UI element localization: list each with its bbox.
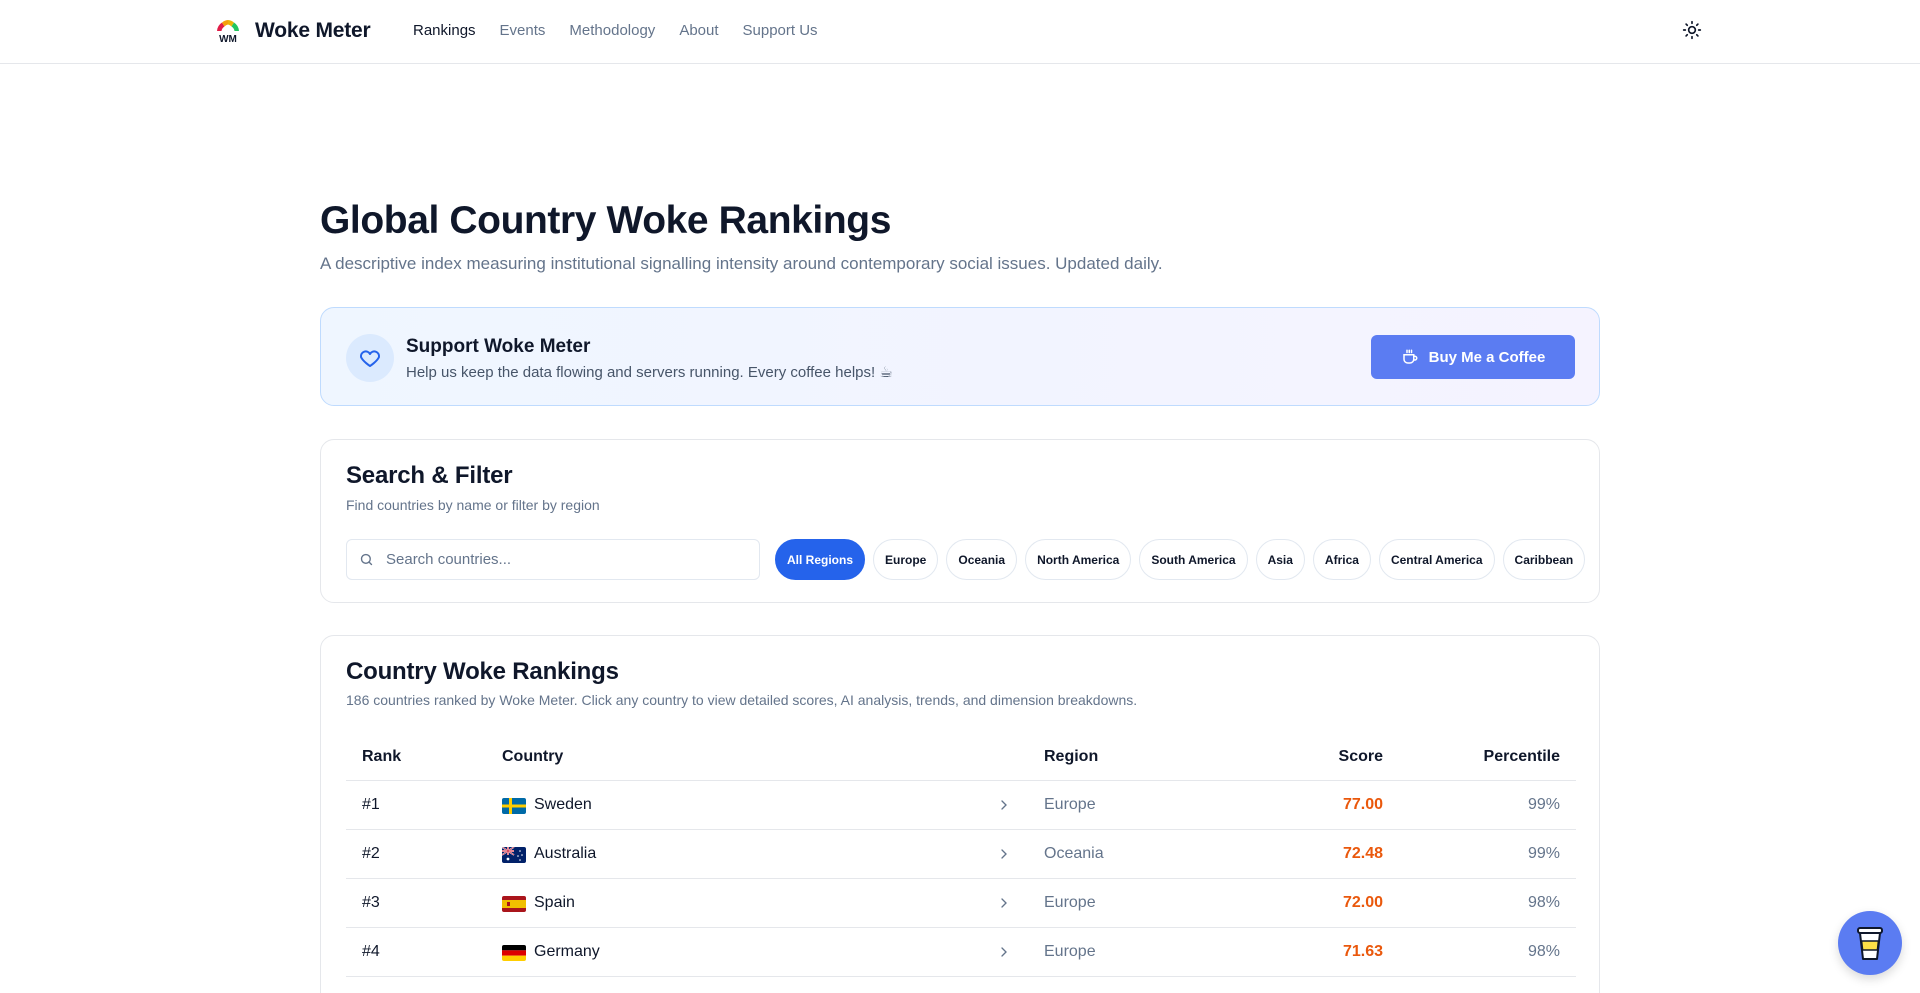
page-subtitle: A descriptive index measuring institutio… [320,254,1163,273]
coffee-cup-icon [1857,927,1883,960]
australia-flag-icon [502,847,526,863]
search-filter-subtitle: Find countries by name or filter by regi… [346,497,600,513]
support-banner: Support Woke Meter Help us keep the data… [320,307,1600,406]
sun-icon [1682,20,1702,40]
column-header-score[interactable]: Score [1339,748,1383,766]
nav-rankings[interactable]: Rankings [413,22,476,39]
table-row[interactable]: #2 Australia Oceania 72.48 99% [346,830,1576,879]
region-chip-all-regions[interactable]: All Regions [775,539,866,580]
rankings-table: Rank Country Region Score Percentile #1 … [346,733,1576,977]
heart-icon [359,350,381,367]
nav-support-us[interactable]: Support Us [743,22,818,39]
country-cell[interactable]: Australia [534,845,596,863]
country-cell[interactable]: Germany [534,943,600,961]
region-chip-central-america[interactable]: Central America [1378,539,1495,580]
buy-me-a-coffee-label: Buy Me a Coffee [1428,348,1546,366]
support-title: Support Woke Meter [406,336,591,357]
chevron-right-icon [1001,800,1007,810]
svg-text:WM: WM [219,34,237,45]
table-header: Rank Country Region Score Percentile [346,733,1576,781]
table-row[interactable]: #3 Spain Europe 72.00 98% [346,879,1576,928]
nav-events[interactable]: Events [500,22,546,39]
table-row[interactable]: #4 Germany Europe 71.63 98% [346,928,1576,977]
rank-cell: #3 [362,894,380,911]
region-chip-asia[interactable]: Asia [1255,539,1305,580]
score-cell: 72.48 [1342,845,1383,862]
search-filter-card: Search & Filter Find countries by name o… [320,439,1600,603]
region-cell: Europe [1044,943,1096,960]
country-cell[interactable]: Spain [534,894,575,912]
germany-flag-icon [502,945,526,961]
page-title: Global Country Woke Rankings [320,199,891,242]
rank-cell: #4 [362,943,380,960]
chevron-right-icon [1001,849,1007,859]
main-nav: Rankings Events Methodology About Suppor… [413,22,818,39]
column-header-percentile[interactable]: Percentile [1484,748,1560,766]
percentile-cell: 98% [1527,943,1560,960]
region-cell: Europe [1044,796,1096,813]
column-header-region[interactable]: Region [1044,748,1098,766]
region-chip-north-america[interactable]: North America [1025,539,1132,580]
coffee-cup-icon [1402,349,1418,364]
floating-coffee-button[interactable] [1838,911,1902,975]
country-cell[interactable]: Sweden [534,796,592,814]
brand-name[interactable]: Woke Meter [255,19,371,43]
search-filter-title: Search & Filter [346,462,513,489]
theme-toggle-button[interactable] [1680,18,1704,42]
region-chip-africa[interactable]: Africa [1312,539,1371,580]
region-chip-oceania[interactable]: Oceania [946,539,1018,580]
search-icon [360,553,373,566]
percentile-cell: 99% [1527,845,1560,862]
woke-meter-logo[interactable]: WM [214,17,242,45]
support-text: Help us keep the data flowing and server… [406,364,893,381]
nav-methodology[interactable]: Methodology [569,22,655,39]
region-chip-europe[interactable]: Europe [873,539,939,580]
score-cell: 71.63 [1342,943,1383,960]
top-navigation-bar: WM Woke Meter Rankings Events Methodolog… [0,0,1920,64]
rankings-card: Country Woke Rankings 186 countries rank… [320,635,1600,993]
score-cell: 72.00 [1342,894,1383,911]
region-cell: Europe [1044,894,1096,911]
percentile-cell: 99% [1527,796,1560,813]
spain-flag-icon [502,896,526,912]
sweden-flag-icon [502,798,526,814]
rank-cell: #2 [362,845,380,862]
nav-about[interactable]: About [679,22,718,39]
buy-me-a-coffee-button[interactable]: Buy Me a Coffee [1371,335,1575,379]
chevron-right-icon [1001,898,1007,908]
percentile-cell: 98% [1527,894,1560,911]
search-box[interactable] [346,539,760,580]
chevron-right-icon [1001,947,1007,957]
region-filter-group: All Regions Europe Oceania North America… [775,539,1586,580]
table-row[interactable]: #1 Sweden Europe 77.00 99% [346,781,1576,830]
rankings-title: Country Woke Rankings [346,658,619,685]
region-chip-caribbean[interactable]: Caribbean [1502,539,1586,580]
rank-cell: #1 [362,796,380,813]
rankings-subtitle: 186 countries ranked by Woke Meter. Clic… [346,692,1138,708]
search-input[interactable] [386,551,746,568]
score-cell: 77.00 [1342,796,1383,813]
column-header-rank[interactable]: Rank [362,748,401,766]
region-cell: Oceania [1044,845,1104,862]
region-chip-south-america[interactable]: South America [1139,539,1248,580]
column-header-country[interactable]: Country [502,748,563,766]
heart-icon-badge [346,334,394,382]
